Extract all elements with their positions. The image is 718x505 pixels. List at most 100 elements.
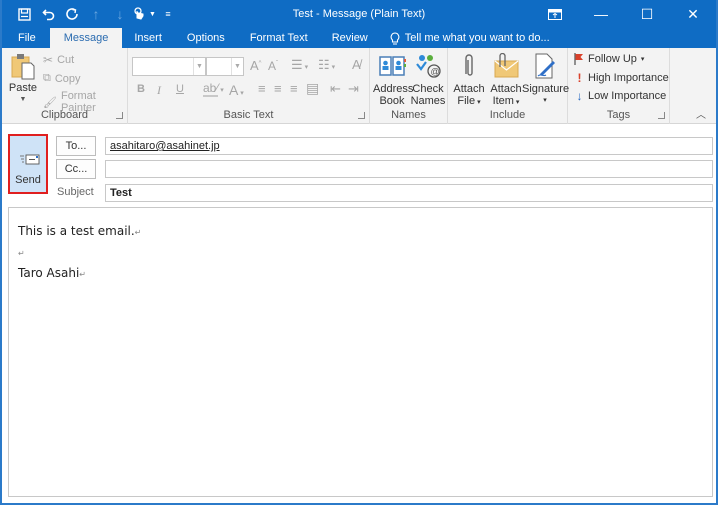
copy-icon: ⧉ bbox=[43, 72, 51, 84]
cut-button[interactable]: ✂ Cut bbox=[43, 53, 74, 67]
address-book-label-2: Book bbox=[379, 95, 405, 107]
cc-field[interactable] bbox=[105, 160, 713, 178]
collapse-ribbon-button[interactable]: ︿ bbox=[696, 106, 706, 121]
close-button[interactable]: ✕ bbox=[670, 0, 716, 28]
tags-dialog-launcher[interactable] bbox=[658, 112, 665, 119]
bullets-button[interactable]: ☰ ▾ bbox=[291, 57, 308, 73]
maximize-button[interactable]: ☐ bbox=[624, 0, 670, 28]
scissors-icon: ✂ bbox=[43, 53, 54, 67]
tab-options[interactable]: Options bbox=[174, 28, 238, 48]
high-importance-button[interactable]: ! High Importance bbox=[575, 71, 669, 85]
message-body[interactable]: This is a test email.↵ ↵ Taro Asahi↵ bbox=[8, 207, 713, 497]
tell-me-box[interactable]: Tell me what you want to do... bbox=[380, 28, 562, 48]
subject-field[interactable]: Test bbox=[105, 184, 713, 202]
minimize-icon: — bbox=[594, 6, 608, 22]
basic-text-dialog-launcher[interactable] bbox=[358, 112, 365, 119]
tab-format-text[interactable]: Format Text bbox=[238, 28, 320, 48]
increase-indent-button[interactable]: ⇥ bbox=[348, 81, 359, 97]
basic-text-group: ▼ ▼ A^ Aˇ ☰ ▾ ☷ ▾ A̸ B I U ab⁄ ▾ A ▾ ≡ ≡… bbox=[128, 48, 370, 124]
decrease-indent-button[interactable]: ⇤ bbox=[330, 81, 341, 97]
paragraph-mark-icon: ↵ bbox=[134, 228, 142, 237]
italic-button[interactable]: I bbox=[157, 83, 161, 98]
tab-insert[interactable]: Insert bbox=[122, 28, 174, 48]
body-line-2: ↵ bbox=[18, 245, 703, 266]
font-color-icon: A bbox=[229, 82, 239, 98]
paragraph-mark-icon: ↵ bbox=[18, 249, 25, 258]
names-group-label: Names bbox=[391, 109, 426, 121]
underline-button[interactable]: U bbox=[176, 83, 184, 95]
close-icon: ✕ bbox=[687, 5, 699, 22]
body-line-3: Taro Asahi↵ bbox=[18, 266, 703, 287]
check-names-label-1: Check bbox=[412, 83, 444, 95]
align-center-icon: ≡ bbox=[274, 81, 282, 96]
align-right-icon: ≡ bbox=[290, 81, 298, 96]
attach-item-button[interactable]: Attach Item ▾ bbox=[488, 52, 524, 109]
align-left-button[interactable]: ≡ bbox=[258, 81, 266, 96]
minimize-button[interactable]: — bbox=[578, 0, 624, 28]
title-bar: ↑ ↓ ▼ ≡ Test - Message (Plain Text) — ☐ … bbox=[2, 0, 716, 28]
high-importance-icon: ! bbox=[577, 71, 582, 85]
attach-item-icon bbox=[494, 53, 519, 78]
address-book-button[interactable]: Address Book bbox=[373, 52, 414, 107]
copy-label: Copy bbox=[54, 72, 81, 85]
paste-label: Paste bbox=[8, 82, 38, 94]
send-button[interactable]: Send bbox=[8, 134, 48, 194]
clear-formatting-button[interactable]: A̸ bbox=[352, 57, 361, 72]
include-group: Attach File ▾ Attach Item ▾ Signature ▾ … bbox=[448, 48, 569, 124]
follow-up-label: Follow Up bbox=[588, 53, 637, 65]
send-label: Send bbox=[15, 174, 41, 186]
tab-message[interactable]: Message bbox=[49, 28, 123, 48]
paste-icon bbox=[11, 54, 35, 80]
paste-button[interactable]: Paste ▼ bbox=[6, 52, 40, 106]
shrink-font-button[interactable]: Aˇ bbox=[268, 59, 278, 73]
justify-icon: ▤ bbox=[306, 80, 320, 96]
low-importance-label: Low Importance bbox=[588, 90, 667, 102]
signature-button[interactable]: Signature ▾ bbox=[522, 52, 569, 107]
grow-font-button[interactable]: A^ bbox=[250, 58, 262, 73]
align-center-button[interactable]: ≡ bbox=[274, 81, 282, 96]
ribbon: Paste ▼ ✂ Cut ⧉ Copy 🖌 Format Painter Cl… bbox=[2, 48, 716, 124]
clipboard-group: Paste ▼ ✂ Cut ⧉ Copy 🖌 Format Painter Cl… bbox=[2, 48, 128, 124]
font-size-dropdown-icon[interactable]: ▼ bbox=[231, 58, 243, 75]
attach-item-label-1: Attach bbox=[490, 83, 522, 95]
justify-button[interactable]: ▤ bbox=[306, 80, 319, 97]
check-names-button[interactable]: @ Check Names bbox=[410, 52, 446, 107]
tab-file[interactable]: File bbox=[2, 28, 50, 48]
highlight-button[interactable]: ab⁄ ▾ bbox=[203, 81, 224, 97]
attach-file-button[interactable]: Attach File ▾ bbox=[451, 52, 487, 109]
follow-up-button[interactable]: Follow Up ▾ bbox=[574, 53, 644, 65]
low-importance-button[interactable]: ↓ Low Importance bbox=[575, 89, 667, 103]
paperclip-icon bbox=[465, 54, 473, 76]
clipboard-dialog-launcher[interactable] bbox=[116, 112, 123, 119]
attach-item-label-2-wrap: Item ▾ bbox=[492, 95, 520, 107]
body-text-1: This is a test email. bbox=[18, 224, 135, 238]
signature-icon bbox=[535, 53, 555, 79]
include-group-label: Include bbox=[489, 109, 526, 121]
to-field[interactable]: asahitaro@asahinet.jp bbox=[105, 137, 713, 155]
body-text-3: Taro Asahi bbox=[18, 266, 80, 280]
font-size-combo[interactable]: ▼ bbox=[206, 57, 244, 76]
attach-file-label-2-wrap: File ▾ bbox=[457, 95, 481, 107]
to-button[interactable]: To... bbox=[56, 136, 96, 156]
bold-button[interactable]: B bbox=[137, 83, 145, 95]
lightbulb-icon bbox=[390, 31, 400, 44]
bold-icon: B bbox=[137, 83, 145, 95]
subject-label: Subject bbox=[57, 186, 94, 198]
copy-button[interactable]: ⧉ Copy bbox=[43, 72, 81, 85]
tab-review[interactable]: Review bbox=[320, 28, 380, 48]
send-envelope-icon bbox=[20, 154, 40, 165]
paragraph-mark-icon: ↵ bbox=[79, 270, 86, 279]
numbering-button[interactable]: ☷ ▾ bbox=[318, 57, 335, 73]
address-book-label-1: Address bbox=[373, 83, 414, 95]
cc-button[interactable]: Cc... bbox=[56, 159, 96, 179]
font-name-dropdown-icon[interactable]: ▼ bbox=[193, 58, 205, 75]
align-right-button[interactable]: ≡ bbox=[290, 81, 298, 96]
attach-file-label-1: Attach bbox=[453, 83, 485, 95]
clear-formatting-icon: A̸ bbox=[352, 57, 361, 72]
check-names-label-2: Names bbox=[410, 95, 446, 107]
font-name-combo[interactable]: ▼ bbox=[132, 57, 206, 76]
underline-icon: U bbox=[176, 83, 184, 95]
ribbon-display-options-button[interactable] bbox=[532, 0, 578, 28]
font-color-button[interactable]: A ▾ bbox=[229, 82, 244, 98]
window-controls: — ☐ ✕ bbox=[532, 0, 716, 28]
